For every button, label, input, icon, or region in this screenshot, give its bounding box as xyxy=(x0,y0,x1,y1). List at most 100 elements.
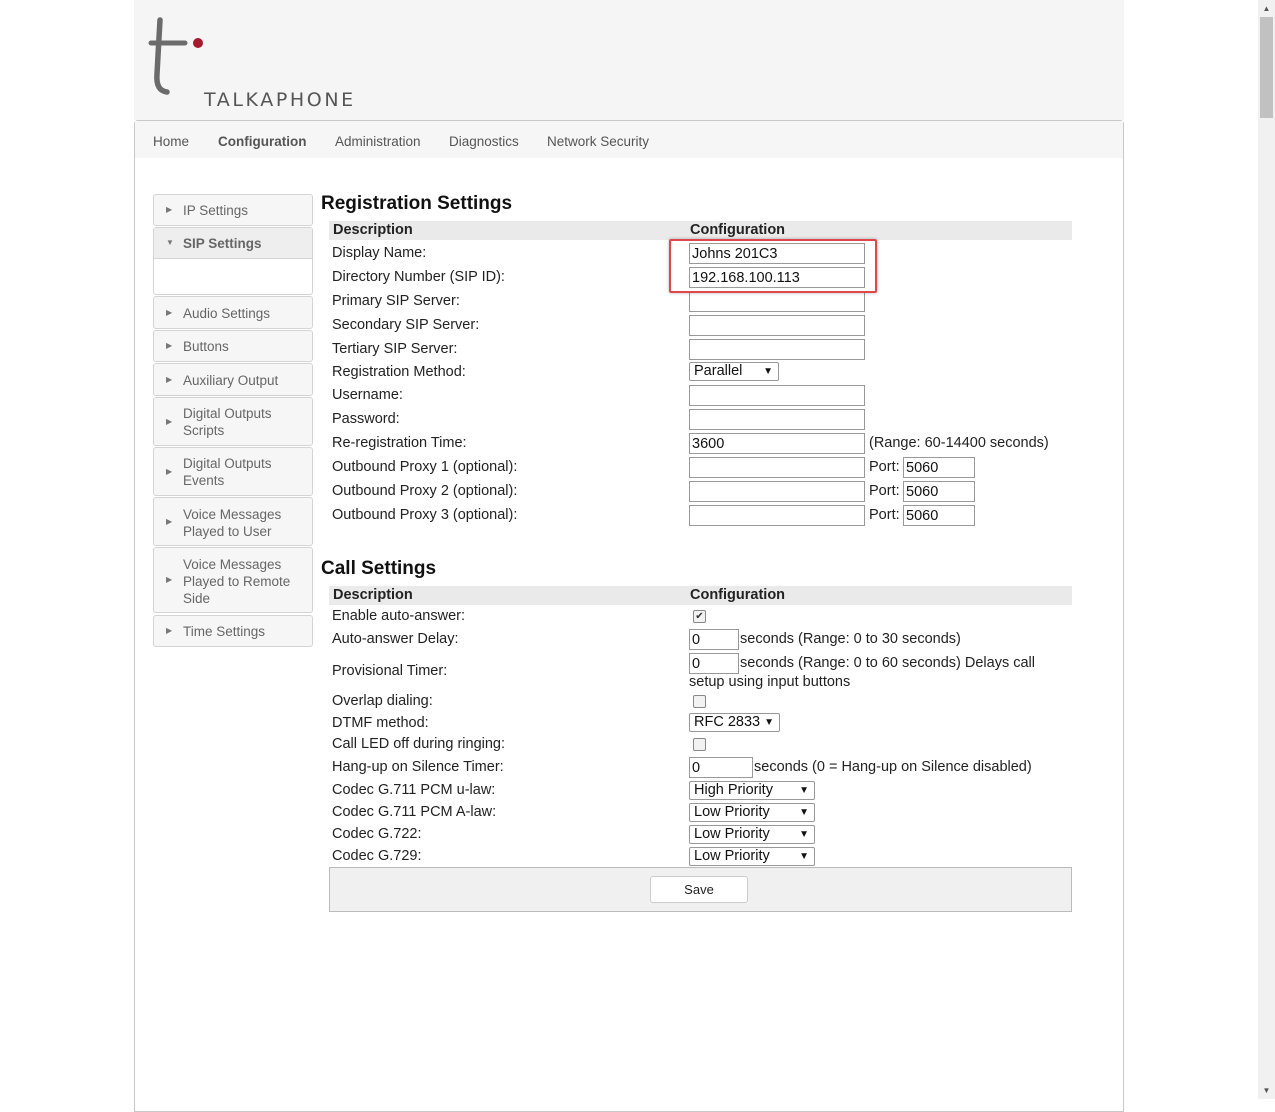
dropdown-arrow-icon: ▼ xyxy=(799,785,809,796)
nav-administration[interactable]: Administration xyxy=(335,134,421,149)
nav-diagnostics[interactable]: Diagnostics xyxy=(449,134,519,149)
port-label: Port: xyxy=(869,507,900,523)
provisional-timer-label: Provisional Timer: xyxy=(332,663,448,679)
dropdown-arrow-icon: ▼ xyxy=(764,717,774,728)
outbound-proxy-3-input[interactable] xyxy=(689,505,865,526)
call-table-header: Description Configuration xyxy=(329,586,1072,605)
scroll-up-icon[interactable]: ▲ xyxy=(1258,0,1275,17)
sidebar-item-label: IP Settings xyxy=(183,203,249,218)
sidebar-item-label: Buttons xyxy=(183,339,229,354)
chevron-right-icon: ▶ xyxy=(166,341,173,350)
outbound-proxy-2-input[interactable] xyxy=(689,481,865,502)
codec-ulaw-select[interactable]: High Priority ▼ xyxy=(689,781,815,800)
reregistration-range-hint: (Range: 60-14400 seconds) xyxy=(869,435,1049,451)
port-label: Port: xyxy=(869,483,900,499)
display-name-label: Display Name: xyxy=(332,245,427,261)
codec-alaw-value: Low Priority xyxy=(694,804,770,820)
tertiary-sip-server-label: Tertiary SIP Server: xyxy=(332,341,458,357)
sidebar-item-voice-messages-user[interactable]: ▶ Voice Messages Played to User xyxy=(153,497,313,546)
username-input[interactable] xyxy=(689,385,865,406)
call-led-checkbox[interactable] xyxy=(693,738,706,751)
password-label: Password: xyxy=(332,411,400,427)
dropdown-arrow-icon: ▼ xyxy=(763,366,773,377)
secondary-sip-server-label: Secondary SIP Server: xyxy=(332,317,480,333)
outbound-proxy-2-port-input[interactable] xyxy=(903,481,975,502)
scrollbar-thumb[interactable] xyxy=(1260,17,1273,118)
sidebar-item-digital-outputs-scripts[interactable]: ▶ Digital Outputs Scripts xyxy=(153,397,313,446)
nav-configuration[interactable]: Configuration xyxy=(218,134,306,149)
sidebar-item-audio-settings[interactable]: ▶ Audio Settings xyxy=(153,296,313,329)
sidebar-item-auxiliary-output[interactable]: ▶ Auxiliary Output xyxy=(153,363,313,396)
outbound-proxy-3-label: Outbound Proxy 3 (optional): xyxy=(332,507,518,523)
sidebar-item-label: Time Settings xyxy=(183,624,266,639)
registration-method-select[interactable]: Parallel ▼ xyxy=(689,362,779,381)
dtmf-method-label: DTMF method: xyxy=(332,715,429,731)
auto-answer-checkbox[interactable]: ✔ xyxy=(693,610,706,623)
dropdown-arrow-icon: ▼ xyxy=(799,807,809,818)
primary-sip-server-input[interactable] xyxy=(689,291,865,312)
chevron-right-icon: ▶ xyxy=(166,417,173,426)
col-configuration: Configuration xyxy=(690,222,786,238)
top-navigation: Home Configuration Administration Diagno… xyxy=(135,121,1123,158)
save-button[interactable]: Save xyxy=(650,876,748,903)
chevron-down-icon: ▼ xyxy=(166,238,174,247)
tertiary-sip-server-input[interactable] xyxy=(689,339,865,360)
hangup-silence-input[interactable] xyxy=(689,757,753,778)
codec-g729-select[interactable]: Low Priority ▼ xyxy=(689,847,815,866)
registration-method-value: Parallel xyxy=(694,363,743,379)
codec-g729-value: Low Priority xyxy=(694,848,770,864)
overlap-dialing-checkbox[interactable] xyxy=(693,695,706,708)
codec-g722-label: Codec G.722: xyxy=(332,826,422,842)
col-description: Description xyxy=(333,587,413,603)
sidebar-item-label: Digital Outputs Scripts xyxy=(183,406,272,438)
password-input[interactable] xyxy=(689,409,865,430)
sidebar-item-voice-messages-remote[interactable]: ▶ Voice Messages Played to Remote Side xyxy=(153,547,313,613)
codec-g722-select[interactable]: Low Priority ▼ xyxy=(689,825,815,844)
overlap-dialing-label: Overlap dialing: xyxy=(332,693,433,709)
outbound-proxy-2-label: Outbound Proxy 2 (optional): xyxy=(332,483,518,499)
sidebar-item-label: Voice Messages Played to User xyxy=(183,507,282,539)
outbound-proxy-3-port-input[interactable] xyxy=(903,505,975,526)
header: TALKAPHONE xyxy=(134,0,1124,120)
vertical-scrollbar[interactable]: ▲ ▼ xyxy=(1258,0,1275,1099)
reregistration-time-input[interactable] xyxy=(689,433,865,454)
registration-table-header: Description Configuration xyxy=(329,221,1072,240)
chevron-right-icon: ▶ xyxy=(166,308,173,317)
chevron-right-icon: ▶ xyxy=(166,205,173,214)
chevron-right-icon: ▶ xyxy=(166,375,173,384)
sidebar-item-label: Voice Messages Played to Remote Side xyxy=(183,557,291,606)
dtmf-method-select[interactable]: RFC 2833 ▼ xyxy=(689,713,780,732)
sidebar-item-time-settings[interactable]: ▶ Time Settings xyxy=(153,615,313,647)
dtmf-method-value: RFC 2833 xyxy=(694,714,761,730)
talkaphone-logo[interactable]: TALKAPHONE xyxy=(148,16,388,111)
sidebar-item-label: Auxiliary Output xyxy=(183,373,279,388)
nav-home[interactable]: Home xyxy=(153,134,189,149)
provisional-timer-input[interactable] xyxy=(689,653,739,674)
sidebar-item-buttons[interactable]: ▶ Buttons xyxy=(153,330,313,362)
chevron-right-icon: ▶ xyxy=(166,467,173,476)
provisional-timer-hint: seconds (Range: 0 to 60 seconds) Delays … xyxy=(740,655,1035,671)
sidebar-item-ip-settings[interactable]: ▶ IP Settings xyxy=(153,194,313,226)
col-description: Description xyxy=(333,222,413,238)
highlight-box xyxy=(669,239,877,293)
auto-answer-delay-input[interactable] xyxy=(689,629,739,650)
codec-alaw-select[interactable]: Low Priority ▼ xyxy=(689,803,815,822)
chevron-right-icon: ▶ xyxy=(166,517,173,526)
brand-name: TALKAPHONE xyxy=(204,89,356,111)
check-icon: ✔ xyxy=(695,611,704,622)
save-bar: Save xyxy=(329,867,1072,912)
auto-answer-label: Enable auto-answer: xyxy=(332,608,465,624)
reregistration-time-label: Re-registration Time: xyxy=(332,435,467,451)
outbound-proxy-1-port-input[interactable] xyxy=(903,457,975,478)
col-configuration: Configuration xyxy=(690,587,786,603)
scroll-down-icon[interactable]: ▼ xyxy=(1258,1082,1275,1099)
nav-network-security[interactable]: Network Security xyxy=(547,134,649,149)
sidebar-item-digital-outputs-events[interactable]: ▶ Digital Outputs Events xyxy=(153,447,313,496)
codec-g729-label: Codec G.729: xyxy=(332,848,422,864)
sidebar-item-sip-settings[interactable]: ▼ SIP Settings xyxy=(153,227,313,295)
dropdown-arrow-icon: ▼ xyxy=(799,851,809,862)
sidebar-item-label: Audio Settings xyxy=(183,306,271,321)
secondary-sip-server-input[interactable] xyxy=(689,315,865,336)
outbound-proxy-1-input[interactable] xyxy=(689,457,865,478)
codec-alaw-label: Codec G.711 PCM A-law: xyxy=(332,804,497,820)
